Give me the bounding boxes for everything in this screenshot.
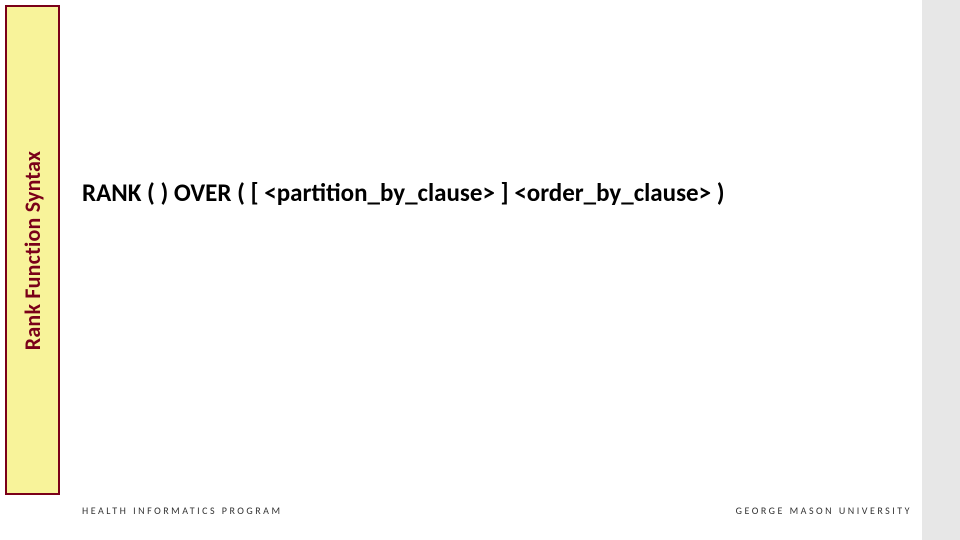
right-decorative-strip <box>922 0 960 540</box>
syntax-text: RANK ( ) OVER ( [ <partition_by_clause> … <box>82 178 902 208</box>
footer-left: HEALTH INFORMATICS PROGRAM <box>82 504 283 517</box>
sidebar-title: Rank Function Syntax <box>19 150 46 349</box>
slide: Rank Function Syntax RANK ( ) OVER ( [ <… <box>0 0 960 540</box>
footer-right: GEORGE MASON UNIVERSITY <box>736 504 912 517</box>
sidebar: Rank Function Syntax <box>5 5 60 495</box>
